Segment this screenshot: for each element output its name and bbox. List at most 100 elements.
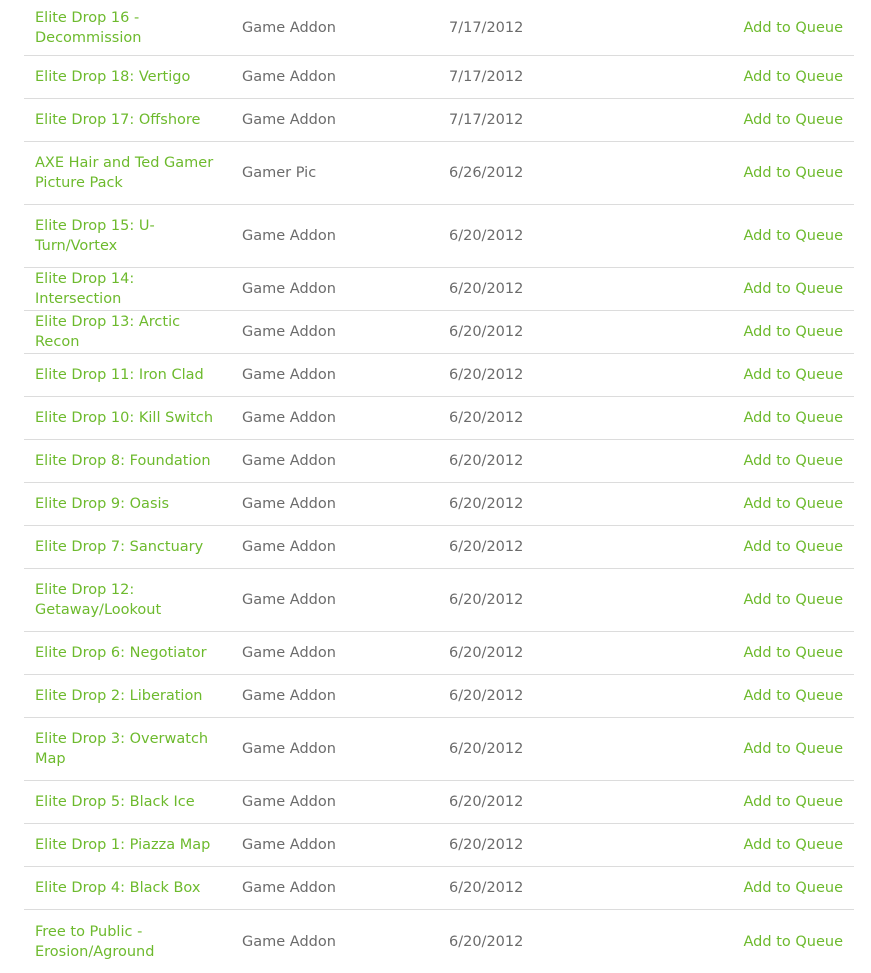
item-title-link[interactable]: Elite Drop 4: Black Box [35, 867, 225, 909]
add-to-queue-link[interactable]: Add to Queue [744, 483, 843, 525]
item-date: 6/20/2012 [449, 281, 524, 297]
item-date: 6/20/2012 [449, 539, 524, 555]
item-date: 7/17/2012 [449, 69, 524, 85]
add-to-queue-link[interactable]: Add to Queue [744, 268, 843, 310]
add-to-queue-link[interactable]: Add to Queue [744, 205, 843, 267]
add-to-queue-link[interactable]: Add to Queue [744, 354, 843, 396]
list-item: Elite Drop 8: Foundation Game Addon 6/20… [24, 440, 854, 483]
item-title-link[interactable]: Elite Drop 13: Arctic Recon [35, 311, 225, 353]
item-title-link[interactable]: Elite Drop 1: Piazza Map [35, 824, 225, 866]
item-date: 6/20/2012 [449, 933, 524, 950]
item-date: 6/20/2012 [449, 880, 524, 896]
item-title-link[interactable]: Elite Drop 18: Vertigo [35, 56, 225, 98]
item-title-link[interactable]: Elite Drop 6: Negotiator [35, 632, 225, 674]
item-type: Game Addon [242, 367, 336, 383]
item-type: Game Addon [242, 324, 336, 340]
item-date: 6/20/2012 [449, 324, 524, 340]
item-title-link[interactable]: Elite Drop 15: U- Turn/Vortex [35, 205, 225, 267]
item-date: 6/20/2012 [449, 367, 524, 383]
list-item: Elite Drop 13: Arctic Recon Game Addon 6… [24, 311, 854, 354]
item-date: 6/20/2012 [449, 453, 524, 469]
item-title-link[interactable]: Elite Drop 11: Iron Clad [35, 354, 225, 396]
item-type: Game Addon [242, 112, 336, 128]
item-date: 6/20/2012 [449, 741, 524, 757]
list-item: Elite Drop 11: Iron Clad Game Addon 6/20… [24, 354, 854, 397]
add-to-queue-link[interactable]: Add to Queue [744, 56, 843, 98]
item-title-link[interactable]: AXE Hair and Ted Gamer Picture Pack [35, 142, 225, 204]
item-type: Game Addon [242, 837, 336, 853]
item-date: 7/17/2012 [449, 112, 524, 128]
item-type: Game Addon [242, 880, 336, 896]
list-item: Elite Drop 10: Kill Switch Game Addon 6/… [24, 397, 854, 440]
item-date: 6/26/2012 [449, 165, 524, 181]
item-title-link[interactable]: Elite Drop 16 - Decommission [35, 0, 225, 55]
list-item: Elite Drop 7: Sanctuary Game Addon 6/20/… [24, 526, 854, 569]
add-to-queue-link[interactable]: Add to Queue [744, 397, 843, 439]
item-date: 6/20/2012 [449, 496, 524, 512]
list-item: Free to Public - Erosion/Aground Game Add… [24, 910, 854, 973]
item-title-link[interactable]: Elite Drop 8: Foundation [35, 440, 225, 482]
item-type: Game Addon [242, 741, 336, 757]
add-to-queue-link[interactable]: Add to Queue [744, 440, 843, 482]
item-date: 6/20/2012 [449, 410, 524, 426]
item-title-link[interactable]: Free to Public - Erosion/Aground [35, 910, 225, 973]
list-item: AXE Hair and Ted Gamer Picture Pack Gamer… [24, 142, 854, 205]
add-to-queue-link[interactable]: Add to Queue [744, 142, 843, 204]
item-date: 6/20/2012 [449, 688, 524, 704]
item-title-link[interactable]: Elite Drop 9: Oasis [35, 483, 225, 525]
item-title-link[interactable]: Elite Drop 5: Black Ice [35, 781, 225, 823]
list-item: Elite Drop 12: Getaway/Lookout Game Addon… [24, 569, 854, 632]
item-type: Game Addon [242, 410, 336, 426]
add-to-queue-link[interactable]: Add to Queue [744, 675, 843, 717]
add-to-queue-link[interactable]: Add to Queue [744, 311, 843, 353]
item-title-link[interactable]: Elite Drop 14: Intersection [35, 268, 225, 310]
item-type: Game Addon [242, 19, 336, 36]
item-type: Game Addon [242, 933, 336, 950]
item-type: Game Addon [242, 69, 336, 85]
list-item: Elite Drop 16 - Decommission Game Addon 7… [24, 0, 854, 56]
add-to-queue-link[interactable]: Add to Queue [744, 569, 843, 631]
add-to-queue-link[interactable]: Add to Queue [744, 867, 843, 909]
list-item: Elite Drop 14: Intersection Game Addon 6… [24, 268, 854, 311]
item-title-link[interactable]: Elite Drop 7: Sanctuary [35, 526, 225, 568]
list-item: Elite Drop 6: Negotiator Game Addon 6/20… [24, 632, 854, 675]
list-item: Elite Drop 9: Oasis Game Addon 6/20/2012… [24, 483, 854, 526]
list-item: Elite Drop 4: Black Box Game Addon 6/20/… [24, 867, 854, 910]
item-type: Game Addon [242, 592, 336, 608]
list-item: Elite Drop 5: Black Ice Game Addon 6/20/… [24, 781, 854, 824]
download-list: Elite Drop 16 - Decommission Game Addon 7… [24, 0, 854, 973]
add-to-queue-link[interactable]: Add to Queue [744, 910, 843, 973]
add-to-queue-link[interactable]: Add to Queue [744, 781, 843, 823]
list-item: Elite Drop 15: U- Turn/Vortex Game Addon … [24, 205, 854, 268]
item-type: Game Addon [242, 281, 336, 297]
add-to-queue-link[interactable]: Add to Queue [744, 99, 843, 141]
add-to-queue-link[interactable]: Add to Queue [744, 632, 843, 674]
item-type: Game Addon [242, 794, 336, 810]
add-to-queue-link[interactable]: Add to Queue [744, 0, 843, 55]
item-title-link[interactable]: Elite Drop 17: Offshore [35, 99, 225, 141]
item-type: Game Addon [242, 688, 336, 704]
item-title-link[interactable]: Elite Drop 2: Liberation [35, 675, 225, 717]
item-date: 7/17/2012 [449, 19, 524, 36]
item-date: 6/20/2012 [449, 837, 524, 853]
item-title-link[interactable]: Elite Drop 3: Overwatch Map [35, 718, 225, 780]
add-to-queue-link[interactable]: Add to Queue [744, 526, 843, 568]
item-type: Game Addon [242, 496, 336, 512]
item-type: Game Addon [242, 453, 336, 469]
list-item: Elite Drop 18: Vertigo Game Addon 7/17/2… [24, 56, 854, 99]
item-type: Game Addon [242, 645, 336, 661]
list-item: Elite Drop 2: Liberation Game Addon 6/20… [24, 675, 854, 718]
item-type: Gamer Pic [242, 165, 317, 181]
add-to-queue-link[interactable]: Add to Queue [744, 824, 843, 866]
item-title-link[interactable]: Elite Drop 10: Kill Switch [35, 397, 225, 439]
item-type: Game Addon [242, 228, 336, 244]
add-to-queue-link[interactable]: Add to Queue [744, 718, 843, 780]
item-title-link[interactable]: Elite Drop 12: Getaway/Lookout [35, 569, 225, 631]
item-date: 6/20/2012 [449, 645, 524, 661]
list-item: Elite Drop 3: Overwatch Map Game Addon 6/… [24, 718, 854, 781]
item-date: 6/20/2012 [449, 592, 524, 608]
list-item: Elite Drop 1: Piazza Map Game Addon 6/20… [24, 824, 854, 867]
list-item: Elite Drop 17: Offshore Game Addon 7/17/… [24, 99, 854, 142]
item-type: Game Addon [242, 539, 336, 555]
item-date: 6/20/2012 [449, 228, 524, 244]
